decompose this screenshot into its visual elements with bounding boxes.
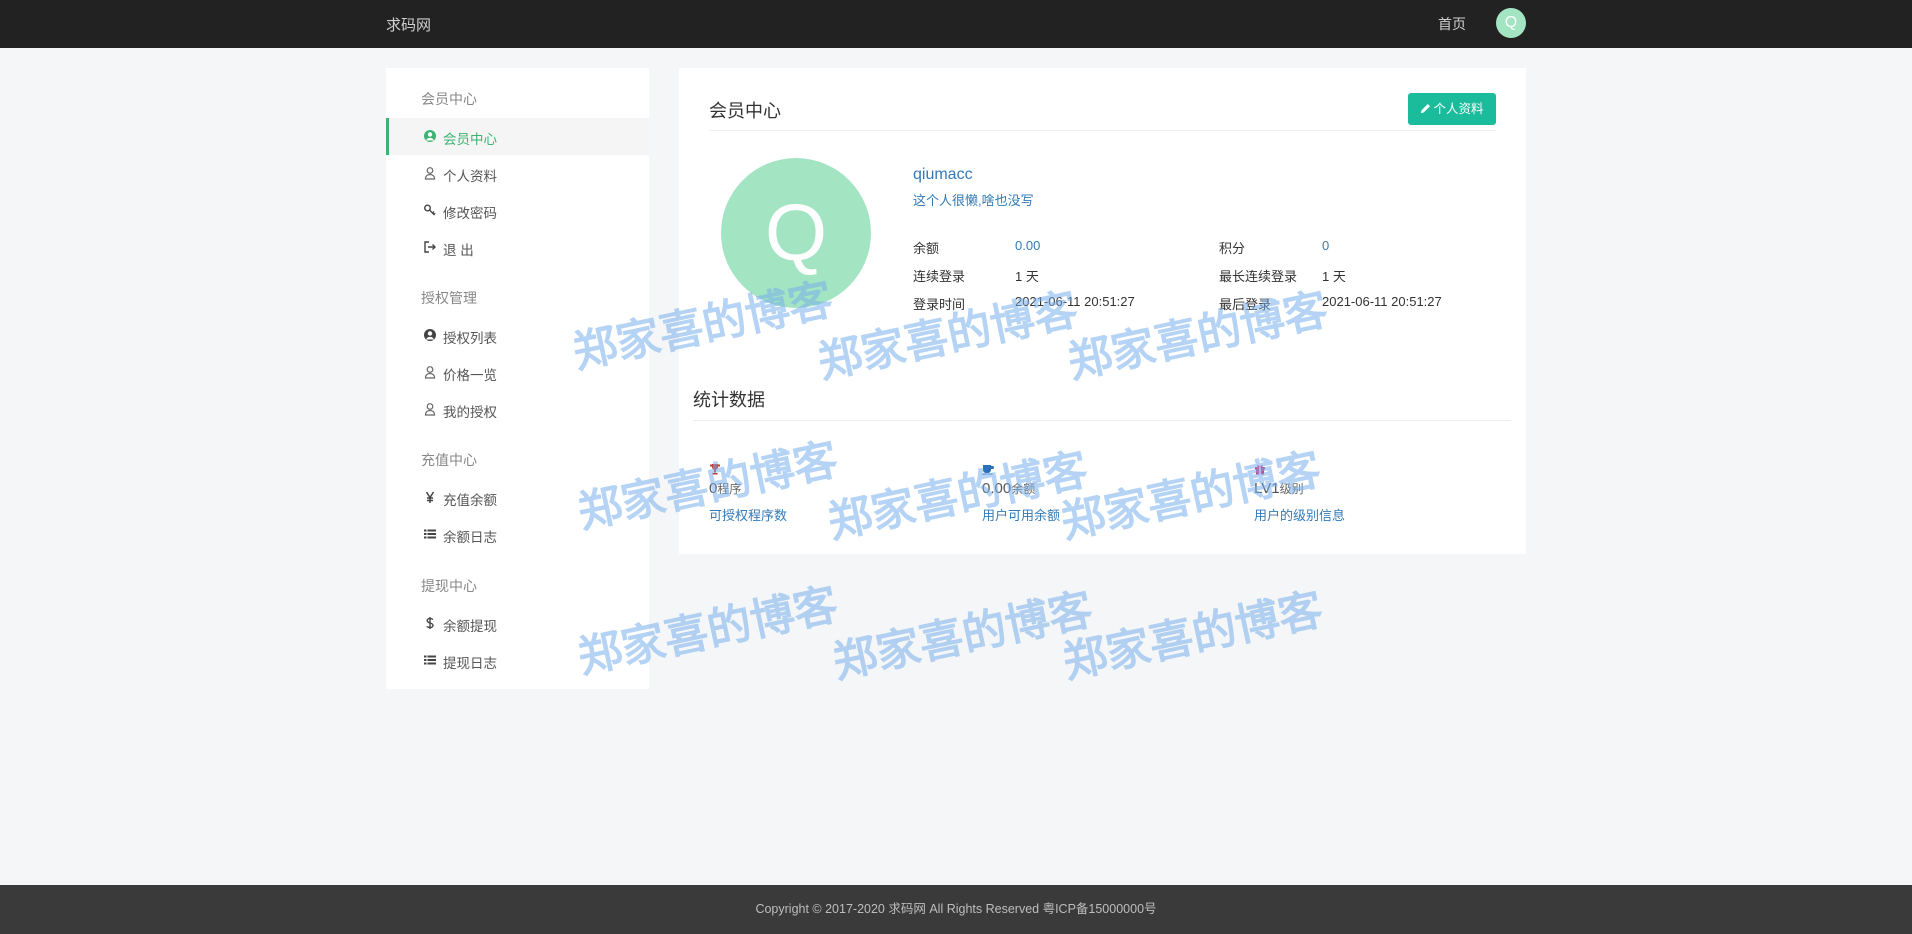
sidebar-item-change-password[interactable]: 修改密码 xyxy=(386,192,649,229)
watermark: 郑家喜的博客 xyxy=(1058,584,1328,689)
stat-link[interactable]: 用户的级别信息 xyxy=(1254,505,1345,524)
sidebar-item-logout[interactable]: 退 出 xyxy=(386,229,649,266)
sidebar-item-price-list[interactable]: 价格一览 xyxy=(386,354,649,391)
coffee-icon xyxy=(982,465,994,475)
list-icon xyxy=(424,529,436,539)
avatar[interactable]: Q xyxy=(1496,8,1526,38)
sidebar-item-label: 提现日志 xyxy=(443,656,497,671)
key-icon xyxy=(424,204,436,216)
dollar-icon xyxy=(426,617,434,629)
sidebar-item-label: 授权列表 xyxy=(443,331,497,346)
stat-value: LV1级别 xyxy=(1254,480,1304,497)
balance-value: 0.00 xyxy=(1015,238,1041,253)
user-icon xyxy=(424,403,436,416)
sidebar-item-label: 个人资料 xyxy=(443,169,497,184)
streak-value: 1 天 xyxy=(1015,269,1039,284)
list-icon xyxy=(424,655,436,665)
page-title: 会员中心 xyxy=(709,101,781,121)
sidebar-item-label: 修改密码 xyxy=(443,206,497,221)
sidebar-item-license-list[interactable]: 授权列表 xyxy=(386,317,649,354)
divider xyxy=(693,420,1511,421)
last-login-label: 最后登录 xyxy=(1219,297,1272,312)
login-time-value: 2021-06-11 20:51:27 xyxy=(1015,294,1135,309)
sidebar: 会员中心 会员中心 个人资料 修改密码 退 出 授权管理 授权列表 价格一览 我… xyxy=(386,68,649,689)
sidebar-group-title: 会员中心 xyxy=(421,91,477,107)
sidebar-item-withdraw[interactable]: 余额提现 xyxy=(386,605,649,642)
sidebar-item-balance-log[interactable]: 余额日志 xyxy=(386,516,649,553)
points-value: 0 xyxy=(1322,238,1330,253)
max-streak-label: 最长连续登录 xyxy=(1219,269,1298,284)
sidebar-item-label: 退 出 xyxy=(443,243,474,258)
sidebar-item-withdraw-log[interactable]: 提现日志 xyxy=(386,642,649,679)
gift-icon xyxy=(1255,465,1265,475)
login-time-label: 登录时间 xyxy=(913,297,966,312)
sidebar-item-label: 充值余额 xyxy=(443,493,497,508)
sidebar-group-title: 授权管理 xyxy=(421,290,477,306)
streak-label: 连续登录 xyxy=(913,269,966,284)
user-avatar-large: Q xyxy=(721,158,871,308)
sidebar-item-label: 价格一览 xyxy=(443,368,497,383)
user-circle-icon xyxy=(424,130,436,142)
max-streak-value: 1 天 xyxy=(1322,269,1346,284)
sidebar-item-my-licenses[interactable]: 我的授权 xyxy=(386,391,649,428)
balance-label: 余额 xyxy=(913,241,940,256)
yen-icon xyxy=(425,491,435,503)
watermark: 郑家喜的博客 xyxy=(828,584,1098,689)
points-label: 积分 xyxy=(1219,241,1246,256)
pencil-icon xyxy=(1421,104,1431,114)
stat-value: 0.00余额 xyxy=(982,480,1036,497)
stats-title: 统计数据 xyxy=(693,390,765,410)
sidebar-item-label: 我的授权 xyxy=(443,405,497,420)
profile-button-label: 个人资料 xyxy=(1433,102,1484,116)
stat-link[interactable]: 可授权程序数 xyxy=(709,505,787,524)
trophy-icon xyxy=(710,464,720,475)
profile-button[interactable]: 个人资料 xyxy=(1408,93,1496,125)
brand-logo[interactable]: 求码网 xyxy=(386,14,431,35)
user-icon xyxy=(424,167,436,180)
sidebar-item-label: 余额日志 xyxy=(443,530,497,545)
user-icon xyxy=(424,366,436,379)
user-bio: 这个人很懒,啥也没写 xyxy=(913,193,1034,208)
top-navbar: 求码网 首页 Q xyxy=(0,0,1912,48)
stat-value: 0程序 xyxy=(709,480,742,497)
sidebar-item-label: 会员中心 xyxy=(443,132,497,147)
nav-home-link[interactable]: 首页 xyxy=(1438,14,1466,34)
username[interactable]: qiumacc xyxy=(913,166,973,184)
member-center-panel: 会员中心 个人资料 Q qiumacc 这个人很懒,啥也没写 余额 0.00 积… xyxy=(679,68,1526,554)
sidebar-group-title: 充值中心 xyxy=(421,452,477,468)
divider xyxy=(709,130,1496,131)
user-circle-icon xyxy=(424,329,436,341)
footer: Copyright © 2017-2020 求码网 All Rights Res… xyxy=(0,885,1912,934)
sidebar-item-recharge[interactable]: 充值余额 xyxy=(386,479,649,516)
sidebar-group-title: 提现中心 xyxy=(421,578,477,594)
last-login-value: 2021-06-11 20:51:27 xyxy=(1322,294,1442,309)
stat-link[interactable]: 用户可用余额 xyxy=(982,505,1060,524)
sign-out-icon xyxy=(424,241,436,253)
sidebar-item-label: 余额提现 xyxy=(443,619,497,634)
sidebar-item-member-center[interactable]: 会员中心 xyxy=(386,118,649,155)
sidebar-item-profile[interactable]: 个人资料 xyxy=(386,155,649,192)
